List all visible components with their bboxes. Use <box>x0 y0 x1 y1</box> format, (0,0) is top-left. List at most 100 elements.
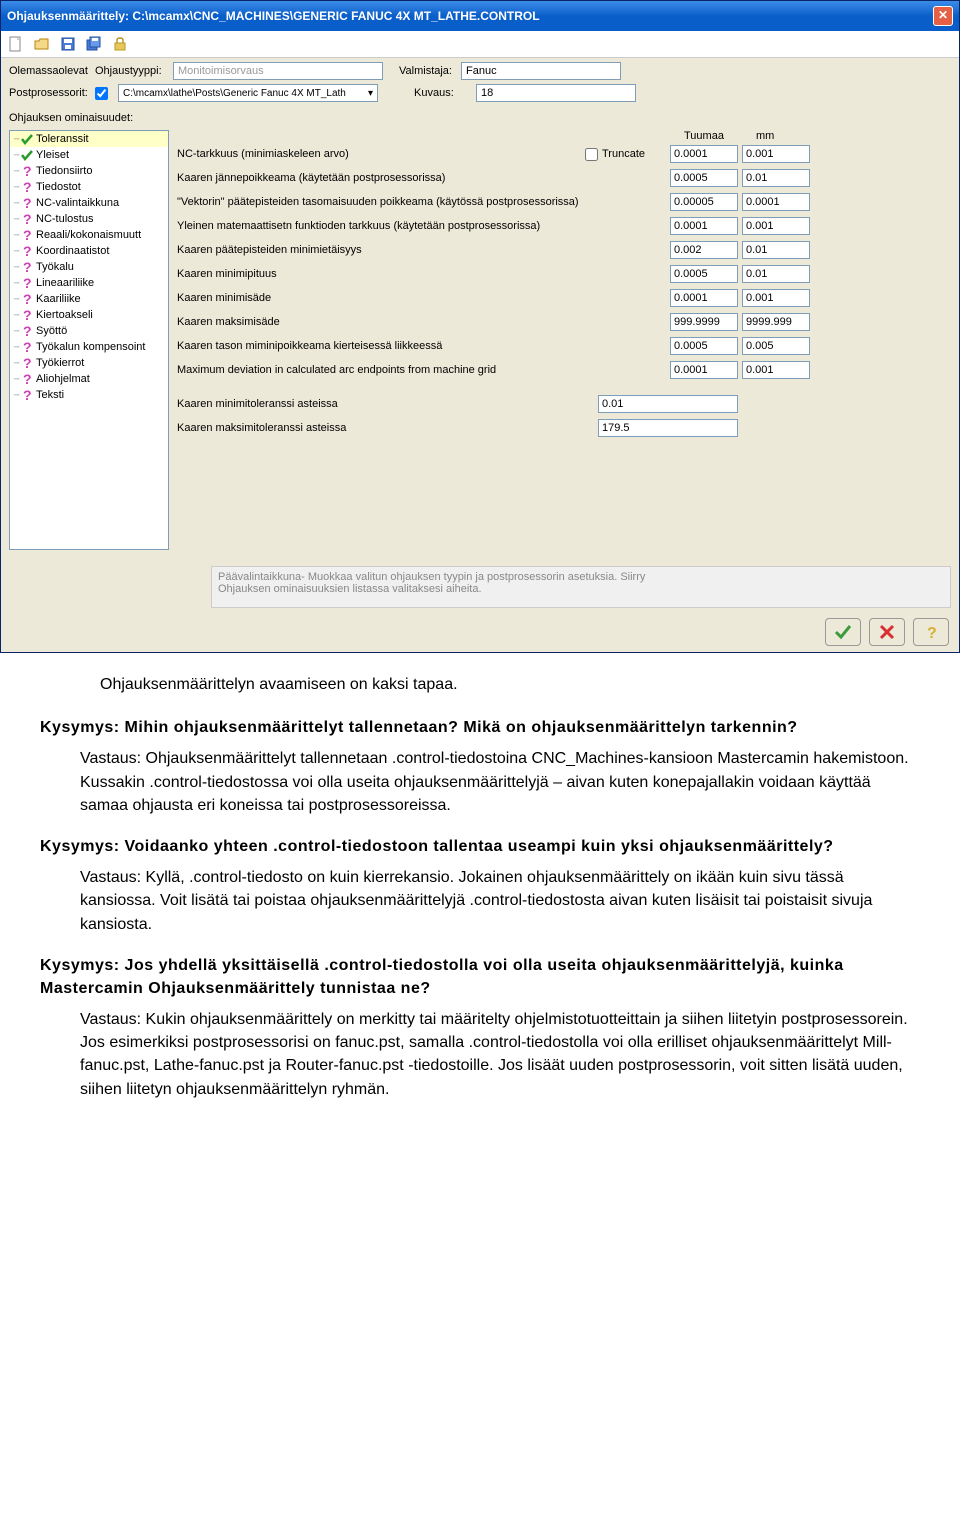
mm-input[interactable] <box>742 169 810 187</box>
close-button[interactable]: ✕ <box>933 6 953 26</box>
post-label: Postprosessorit: <box>9 87 89 99</box>
question-icon: ? <box>20 388 36 402</box>
save-icon[interactable] <box>59 35 77 53</box>
svg-text:?: ? <box>23 228 32 242</box>
tree-item-12[interactable]: ┈?Syöttö <box>10 323 168 339</box>
tree-item-3[interactable]: ┈?Tiedostot <box>10 179 168 195</box>
tree-item-11[interactable]: ┈?Kiertoakseli <box>10 307 168 323</box>
tree-item-15[interactable]: ┈?Aliohjelmat <box>10 371 168 387</box>
main-area: ┈Toleranssit┈Yleiset┈?Tiedonsiirto┈?Tied… <box>1 126 959 558</box>
tree-item-6[interactable]: ┈?Reaali/kokonaismuutt <box>10 227 168 243</box>
tree-item-14[interactable]: ┈?Työkierrot <box>10 355 168 371</box>
angle-label: Kaaren maksimitoleranssi asteissa <box>175 422 585 434</box>
svg-text:?: ? <box>23 260 32 274</box>
mm-input[interactable] <box>742 241 810 259</box>
existing-label: Olemassaolevat <box>9 65 89 77</box>
open-file-icon[interactable] <box>33 35 51 53</box>
svg-text:?: ? <box>23 196 32 210</box>
tree-label: Työkierrot <box>36 357 84 369</box>
inch-input[interactable] <box>670 361 738 379</box>
tree-item-0[interactable]: ┈Toleranssit <box>10 131 168 147</box>
type-dropdown[interactable]: Monitoimisorvaus <box>173 62 383 80</box>
svg-text:?: ? <box>23 276 32 290</box>
doc-q2: Kysymys: Voidaanko yhteen .control-tiedo… <box>40 835 920 858</box>
tree-item-4[interactable]: ┈?NC-valintaikkuna <box>10 195 168 211</box>
manufacturer-input[interactable]: Fanuc <box>461 62 621 80</box>
settings-panel: Tuumaa mm NC-tarkkuus (minimiaskeleen ar… <box>175 130 951 550</box>
doc-a1: Vastaus: Ohjauksenmäärittelyt tallenneta… <box>80 747 920 817</box>
tree-item-1[interactable]: ┈Yleiset <box>10 147 168 163</box>
lock-icon[interactable] <box>111 35 129 53</box>
tree-item-2[interactable]: ┈?Tiedonsiirto <box>10 163 168 179</box>
tree-label: Toleranssit <box>36 133 89 145</box>
window-title: Ohjauksenmäärittely: C:\mcamx\CNC_MACHIN… <box>7 9 540 23</box>
mm-input[interactable] <box>742 361 810 379</box>
inch-input[interactable] <box>670 193 738 211</box>
tree-item-5[interactable]: ┈?NC-tulostus <box>10 211 168 227</box>
tree-label: Työkalu <box>36 261 74 273</box>
tree-item-8[interactable]: ┈?Työkalu <box>10 259 168 275</box>
inch-input[interactable] <box>670 145 738 163</box>
inch-input[interactable] <box>670 289 738 307</box>
tree-label: Kaariliike <box>36 293 81 305</box>
tree-label: Tiedonsiirto <box>36 165 92 177</box>
tree-panel[interactable]: ┈Toleranssit┈Yleiset┈?Tiedonsiirto┈?Tied… <box>9 130 169 550</box>
tree-label: Koordinaatistot <box>36 245 109 257</box>
check-icon <box>20 148 36 162</box>
tree-item-10[interactable]: ┈?Kaariliike <box>10 291 168 307</box>
mm-input[interactable] <box>742 313 810 331</box>
col-inch: Tuumaa <box>684 130 752 142</box>
setting-label: Kaaren jännepoikkeama (käytetään postpro… <box>175 172 585 184</box>
mm-input[interactable] <box>742 265 810 283</box>
question-icon: ? <box>20 308 36 322</box>
inch-input[interactable] <box>670 265 738 283</box>
question-icon: ? <box>20 244 36 258</box>
ok-button[interactable] <box>825 618 861 646</box>
svg-text:?: ? <box>23 340 32 354</box>
inch-input[interactable] <box>670 337 738 355</box>
setting-row-2: "Vektorin" päätepisteiden tasomaisuuden … <box>175 192 951 212</box>
setting-row-1: Kaaren jännepoikkeama (käytetään postpro… <box>175 168 951 188</box>
doc-q3: Kysymys: Jos yhdellä yksittäisellä .cont… <box>40 954 920 1000</box>
mm-input[interactable] <box>742 193 810 211</box>
tree-item-7[interactable]: ┈?Koordinaatistot <box>10 243 168 259</box>
inch-input[interactable] <box>670 217 738 235</box>
question-icon: ? <box>20 276 36 290</box>
question-icon: ? <box>20 356 36 370</box>
mm-input[interactable] <box>742 145 810 163</box>
svg-text:?: ? <box>23 308 32 322</box>
inch-input[interactable] <box>670 241 738 259</box>
save-all-icon[interactable] <box>85 35 103 53</box>
info-panel: Päävalintaikkuna- Muokkaa valitun ohjauk… <box>211 566 951 608</box>
truncate-checkbox[interactable] <box>585 148 598 161</box>
angle-row-1: Kaaren maksimitoleranssi asteissa <box>175 418 951 438</box>
setting-row-6: Kaaren minimisäde <box>175 288 951 308</box>
description-input[interactable]: 18 <box>476 84 636 102</box>
setting-row-4: Kaaren päätepisteiden minimietäisyys <box>175 240 951 260</box>
cancel-button[interactable] <box>869 618 905 646</box>
post-checkbox[interactable] <box>95 87 108 100</box>
tree-item-13[interactable]: ┈?Työkalun kompensoint <box>10 339 168 355</box>
tree-label: Teksti <box>36 389 64 401</box>
help-button[interactable]: ? <box>913 618 949 646</box>
tree-item-9[interactable]: ┈?Lineaariliike <box>10 275 168 291</box>
post-dropdown[interactable]: C:\mcamx\lathe\Posts\Generic Fanuc 4X MT… <box>118 84 378 102</box>
question-icon: ? <box>20 340 36 354</box>
tree-item-16[interactable]: ┈?Teksti <box>10 387 168 403</box>
manufacturer-label: Valmistaja: <box>399 65 455 77</box>
svg-text:?: ? <box>927 625 937 642</box>
mm-input[interactable] <box>742 217 810 235</box>
angle-input[interactable] <box>598 419 738 437</box>
svg-text:?: ? <box>23 292 32 306</box>
new-file-icon[interactable] <box>7 35 25 53</box>
inch-input[interactable] <box>670 169 738 187</box>
mm-input[interactable] <box>742 337 810 355</box>
svg-text:?: ? <box>23 372 32 386</box>
angle-label: Kaaren minimitoleranssi asteissa <box>175 398 585 410</box>
question-icon: ? <box>20 292 36 306</box>
col-mm: mm <box>756 130 824 142</box>
mm-input[interactable] <box>742 289 810 307</box>
angle-input[interactable] <box>598 395 738 413</box>
question-icon: ? <box>20 260 36 274</box>
inch-input[interactable] <box>670 313 738 331</box>
